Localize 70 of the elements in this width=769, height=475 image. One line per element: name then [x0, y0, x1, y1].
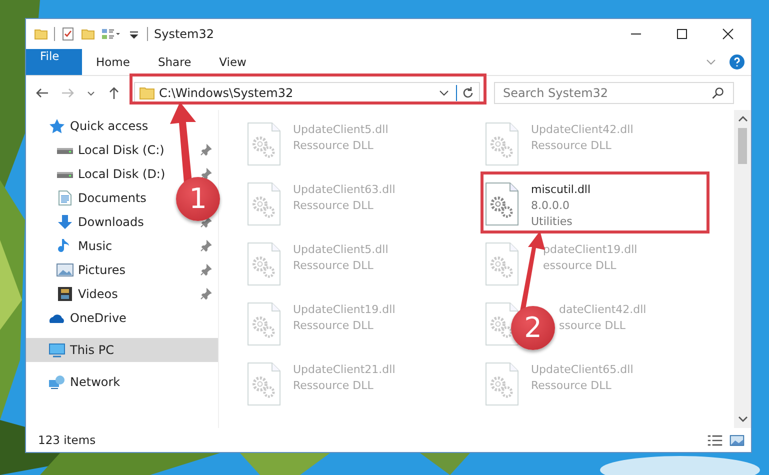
folder-icon [139, 85, 155, 101]
nav-item[interactable]: This PC [26, 338, 218, 362]
pin-icon[interactable] [200, 264, 212, 276]
nav-item[interactable]: Pictures [78, 263, 126, 277]
file-detail: Utilities [531, 214, 572, 230]
ribbon-tab[interactable]: Home [82, 49, 144, 75]
nav-item[interactable]: Documents [78, 191, 146, 205]
nav-item[interactable]: OneDrive [26, 306, 218, 330]
file-detail: Ressource DLL [293, 198, 374, 214]
nav-item[interactable]: Quick access [26, 114, 218, 138]
document-icon [56, 190, 74, 206]
nav-item[interactable]: Local Disk (C:) [78, 143, 164, 157]
gear-file-icon [247, 122, 281, 166]
file-detail: Ressource DLL [293, 378, 374, 394]
star-icon [48, 118, 66, 134]
nav-label: OneDrive [70, 311, 126, 325]
network-icon [48, 374, 66, 390]
nav-item[interactable]: Music [78, 239, 112, 253]
gear-file-icon [247, 242, 281, 286]
properties-icon[interactable] [101, 26, 121, 42]
nav-item[interactable]: Network [26, 370, 218, 394]
nav-label: Quick access [70, 119, 148, 133]
file-detail: Ressource DLL [293, 138, 374, 154]
nav-label: Network [70, 375, 120, 389]
file-detail: Ressource DLL [531, 138, 612, 154]
file-name[interactable]: miscutil.dll [531, 182, 591, 198]
search-icon[interactable] [711, 86, 725, 100]
ribbon-tab[interactable]: File [26, 49, 82, 75]
nav-item[interactable]: Local Disk (D:) [78, 167, 166, 181]
ribbon-tab[interactable]: Share [144, 49, 206, 75]
gear-file-icon [485, 362, 519, 406]
large-icons-view-icon[interactable] [729, 434, 745, 446]
address-path: C:\Windows\System32 [159, 86, 294, 100]
item-count: 123 items [38, 433, 96, 447]
pc-icon [48, 342, 66, 358]
pin-icon[interactable] [200, 216, 212, 228]
file-detail: Ressource DLL [531, 378, 612, 394]
gear-file-icon [485, 242, 519, 286]
scroll-thumb[interactable] [738, 128, 747, 164]
pin-icon[interactable] [200, 288, 212, 300]
gear-file-icon [485, 122, 519, 166]
pin-icon[interactable] [200, 240, 212, 252]
search-box[interactable]: Search System32 [494, 82, 734, 104]
checklist-icon[interactable] [61, 26, 75, 42]
file-detail: Ressource DLL [293, 318, 374, 334]
file-detail: ssource DLL [559, 318, 626, 334]
window-title: System32 [154, 27, 214, 41]
pictures-icon [56, 262, 74, 278]
drive-icon [56, 170, 74, 178]
scrollbar[interactable] [734, 110, 751, 428]
gear-file-icon [485, 182, 519, 226]
pin-icon[interactable] [200, 144, 212, 156]
gear-file-icon [247, 362, 281, 406]
download-icon [56, 214, 74, 230]
help-icon[interactable] [729, 54, 745, 70]
search-field[interactable]: Search System32 [495, 86, 711, 100]
pin-icon[interactable] [200, 168, 212, 180]
nav-item[interactable]: Downloads [78, 215, 144, 229]
file-detail: Ressource DLL [293, 258, 374, 274]
nav-label: This PC [70, 343, 114, 357]
details-view-icon[interactable] [707, 434, 723, 446]
drive-icon [56, 146, 74, 154]
videos-icon [56, 286, 74, 302]
address-bar[interactable]: C:\Windows\System32 [134, 82, 480, 104]
gear-file-icon [247, 182, 281, 226]
file-detail: 8.0.0.0 [531, 198, 570, 214]
gear-file-icon [247, 302, 281, 346]
ribbon-tab[interactable]: View [205, 49, 260, 75]
file-detail: essource DLL [543, 258, 616, 274]
nav-item[interactable]: Videos [78, 287, 118, 301]
